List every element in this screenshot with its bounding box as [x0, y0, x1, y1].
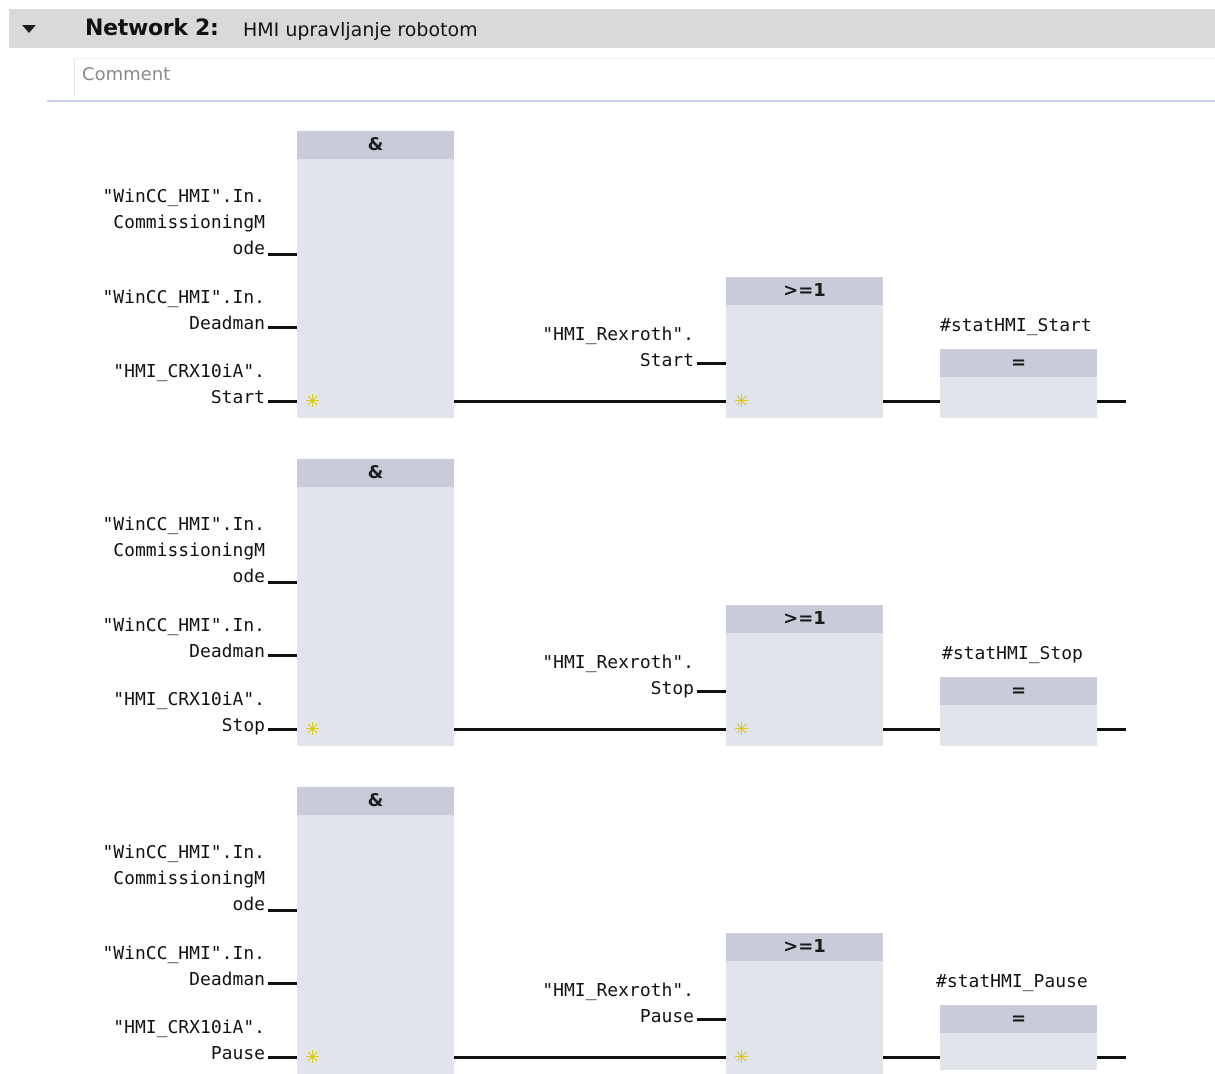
- assignment-coil[interactable]: =: [940, 349, 1097, 418]
- coil-header: =: [940, 677, 1097, 705]
- or-to-coil-wire: [883, 728, 940, 731]
- or-to-coil-wire: [883, 400, 940, 403]
- or-to-coil-wire: [883, 1056, 940, 1059]
- and-to-or-wire: [454, 400, 726, 403]
- and-input-2-wire: [268, 982, 297, 985]
- add-input-star-icon[interactable]: ✳: [305, 1049, 320, 1067]
- network-label: Network 2:: [85, 16, 219, 41]
- and-block-header: &: [297, 787, 454, 815]
- chevron-down-icon[interactable]: [22, 25, 36, 33]
- and-block-header: &: [297, 131, 454, 159]
- assignment-coil[interactable]: =: [940, 1005, 1097, 1070]
- and-block-header: &: [297, 459, 454, 487]
- or-block[interactable]: >=1: [726, 605, 883, 746]
- and-input-1-wire: [268, 581, 297, 584]
- and-block[interactable]: &: [297, 131, 454, 418]
- and-input-3-wire: [268, 728, 297, 731]
- coil-output-wire: [1097, 400, 1126, 403]
- network-comment-field[interactable]: Comment: [74, 58, 1215, 96]
- or-block[interactable]: >=1: [726, 933, 883, 1074]
- coil-tag-label[interactable]: #statHMI_Stop: [942, 643, 1083, 664]
- and-input-2-wire: [268, 654, 297, 657]
- or-block[interactable]: >=1: [726, 277, 883, 418]
- comment-divider: [47, 100, 1215, 102]
- add-input-star-icon[interactable]: ✳: [734, 721, 749, 739]
- or-block-header: >=1: [726, 605, 883, 633]
- coil-tag-label[interactable]: #statHMI_Pause: [936, 971, 1088, 992]
- or-block-header: >=1: [726, 277, 883, 305]
- and-input-1-wire: [268, 253, 297, 256]
- and-block[interactable]: &: [297, 459, 454, 746]
- or-input-wire: [697, 690, 726, 693]
- coil-header: =: [940, 349, 1097, 377]
- assignment-coil[interactable]: =: [940, 677, 1097, 746]
- coil-header: =: [940, 1005, 1097, 1033]
- coil-tag-label[interactable]: #statHMI_Start: [940, 315, 1092, 336]
- and-input-3-wire: [268, 400, 297, 403]
- and-input-1-wire: [268, 909, 297, 912]
- or-input-wire: [697, 1018, 726, 1021]
- rung-stop: & "WinCC_HMI".In. CommissioningM ode "Wi…: [0, 459, 1215, 789]
- coil-output-wire: [1097, 1056, 1126, 1059]
- add-input-star-icon[interactable]: ✳: [305, 721, 320, 739]
- and-to-or-wire: [454, 728, 726, 731]
- add-input-star-icon[interactable]: ✳: [734, 1049, 749, 1067]
- add-input-star-icon[interactable]: ✳: [305, 393, 320, 411]
- network-title[interactable]: HMI upravljanje robotom: [243, 19, 478, 41]
- rung-start: & "WinCC_HMI".In. CommissioningM ode "Wi…: [0, 131, 1215, 461]
- comment-placeholder: Comment: [82, 64, 171, 85]
- rung-pause: & "WinCC_HMI".In. CommissioningM ode "Wi…: [0, 787, 1215, 1074]
- and-to-or-wire: [454, 1056, 726, 1059]
- coil-output-wire: [1097, 728, 1126, 731]
- and-input-2-wire: [268, 326, 297, 329]
- or-input-wire: [697, 362, 726, 365]
- network-header[interactable]: Network 2: HMI upravljanje robotom: [9, 9, 1215, 48]
- or-block-header: >=1: [726, 933, 883, 961]
- and-block[interactable]: &: [297, 787, 454, 1074]
- add-input-star-icon[interactable]: ✳: [734, 393, 749, 411]
- and-input-3-wire: [268, 1056, 297, 1059]
